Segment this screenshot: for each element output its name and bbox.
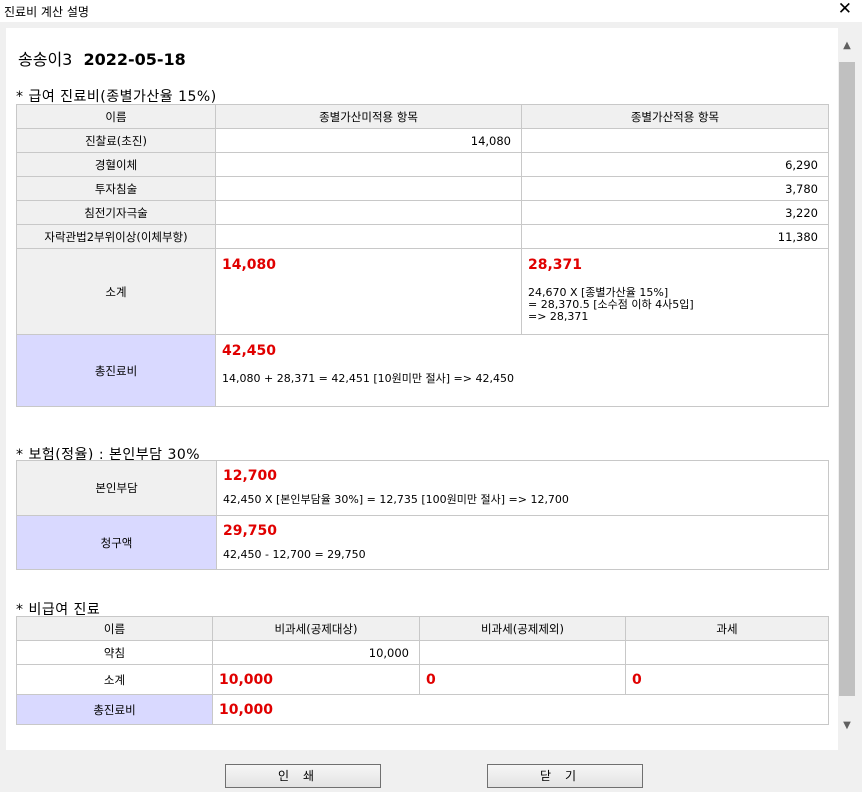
table-row: 약침 10,000 [16, 640, 829, 665]
claim-value: 29,750 [223, 523, 278, 539]
vertical-scrollbar[interactable]: ▲ ▼ [838, 28, 856, 750]
close-button[interactable]: 닫기 [487, 764, 643, 788]
window-title: 진료비 계산 설명 [4, 5, 89, 19]
row-name: 자락관법2부위이상(이체부항) [16, 224, 216, 249]
row-surcharge: 11,380 [521, 224, 829, 249]
total-value: 10,000 [212, 694, 829, 725]
row-name: 약침 [16, 640, 213, 665]
subtotal-no-surcharge-cell: 14,080 [215, 248, 522, 335]
total-cell: 42,450 14,080 + 28,371 = 42,451 [10원미만 절… [215, 334, 829, 407]
claim-cell: 29,750 42,450 - 12,700 = 29,750 [216, 515, 829, 570]
table-row: 경혈이체 6,290 [16, 152, 829, 177]
claim-label: 청구액 [16, 515, 217, 570]
subtotal-no-surcharge-value: 14,080 [222, 257, 277, 273]
col-header-taxfree-deductible: 비과세(공제대상) [212, 616, 420, 641]
scroll-thumb[interactable] [839, 62, 855, 696]
scroll-down-icon[interactable]: ▼ [838, 720, 856, 734]
subtotal-label: 소계 [16, 248, 216, 335]
col-header-taxable: 과세 [625, 616, 829, 641]
col-header-name: 이름 [16, 104, 216, 129]
section-insured-title: * 급여 진료비(종별가산율 15%) [16, 89, 217, 105]
scroll-up-icon[interactable]: ▲ [838, 40, 856, 54]
row-name: 투자침술 [16, 176, 216, 201]
total-label: 총진료비 [16, 694, 213, 725]
noninsured-table: 이름 비과세(공제대상) 비과세(공제제외) 과세 약침 10,000 소계 1… [16, 616, 829, 725]
patient-name: 송송이3 [18, 50, 73, 69]
claim-note: 42,450 - 12,700 = 29,750 [223, 548, 366, 561]
row-no-surcharge [215, 200, 522, 225]
copay-row: 본인부담 12,700 42,450 X [본인부담율 30%] = 12,73… [16, 460, 829, 516]
surcharge-note-3: => 28,371 [528, 310, 589, 323]
row-no-surcharge: 14,080 [215, 128, 522, 153]
copay-label: 본인부담 [16, 460, 217, 516]
patient-header: 송송이3 2022-05-18 [18, 46, 186, 70]
table-row: 자락관법2부위이상(이체부항) 11,380 [16, 224, 829, 249]
subtotal-surcharge-value: 28,371 [528, 257, 583, 273]
total-note: 14,080 + 28,371 = 42,451 [10원미만 절사] => 4… [222, 372, 514, 385]
row-no-surcharge [215, 152, 522, 177]
insurance-table: 본인부담 12,700 42,450 X [본인부담율 30%] = 12,73… [16, 460, 829, 570]
close-icon[interactable]: ✕ [838, 0, 852, 19]
print-button[interactable]: 인쇄 [225, 764, 381, 788]
total-label: 총진료비 [16, 334, 216, 407]
row-no-surcharge [215, 224, 522, 249]
table-row: 투자침술 3,780 [16, 176, 829, 201]
table-row: 진찰료(초진) 14,080 [16, 128, 829, 153]
insured-table: 이름 종별가산미적용 항목 종별가산적용 항목 진찰료(초진) 14,080 경… [16, 104, 829, 407]
copay-value: 12,700 [223, 468, 278, 484]
row-surcharge: 6,290 [521, 152, 829, 177]
copay-note: 42,450 X [본인부담율 30%] = 12,735 [100원미만 절사… [223, 493, 569, 506]
total-value: 42,450 [222, 343, 277, 359]
content-panel[interactable]: 송송이3 2022-05-18 * 급여 진료비(종별가산율 15%) 이름 종… [6, 28, 838, 750]
total-row: 총진료비 42,450 14,080 + 28,371 = 42,451 [10… [16, 334, 829, 407]
row-no-surcharge [215, 176, 522, 201]
row-taxfree-excluded [419, 640, 626, 665]
subtotal-taxfree-deductible: 10,000 [212, 664, 420, 695]
title-bar: 진료비 계산 설명 ✕ [0, 0, 862, 22]
subtotal-surcharge-cell: 28,371 24,670 X [종별가산율 15%] = 28,370.5 [… [521, 248, 829, 335]
subtotal-label: 소계 [16, 664, 213, 695]
row-surcharge [521, 128, 829, 153]
row-taxable [625, 640, 829, 665]
subtotal-row: 소계 14,080 28,371 24,670 X [종별가산율 15%] = … [16, 248, 829, 335]
subtotal-row: 소계 10,000 0 0 [16, 664, 829, 695]
row-name: 경혈이체 [16, 152, 216, 177]
col-header-name: 이름 [16, 616, 213, 641]
copay-cell: 12,700 42,450 X [본인부담율 30%] = 12,735 [10… [216, 460, 829, 516]
row-taxfree-deductible: 10,000 [212, 640, 420, 665]
total-row: 총진료비 10,000 [16, 694, 829, 725]
col-header-no-surcharge: 종별가산미적용 항목 [215, 104, 522, 129]
row-name: 침전기자극술 [16, 200, 216, 225]
row-name: 진찰료(초진) [16, 128, 216, 153]
subtotal-taxable: 0 [625, 664, 829, 695]
visit-date: 2022-05-18 [83, 50, 186, 69]
claim-row: 청구액 29,750 42,450 - 12,700 = 29,750 [16, 515, 829, 570]
col-header-taxfree-excluded: 비과세(공제제외) [419, 616, 626, 641]
col-header-surcharge: 종별가산적용 항목 [521, 104, 829, 129]
subtotal-taxfree-excluded: 0 [419, 664, 626, 695]
row-surcharge: 3,220 [521, 200, 829, 225]
table-row: 침전기자극술 3,220 [16, 200, 829, 225]
row-surcharge: 3,780 [521, 176, 829, 201]
